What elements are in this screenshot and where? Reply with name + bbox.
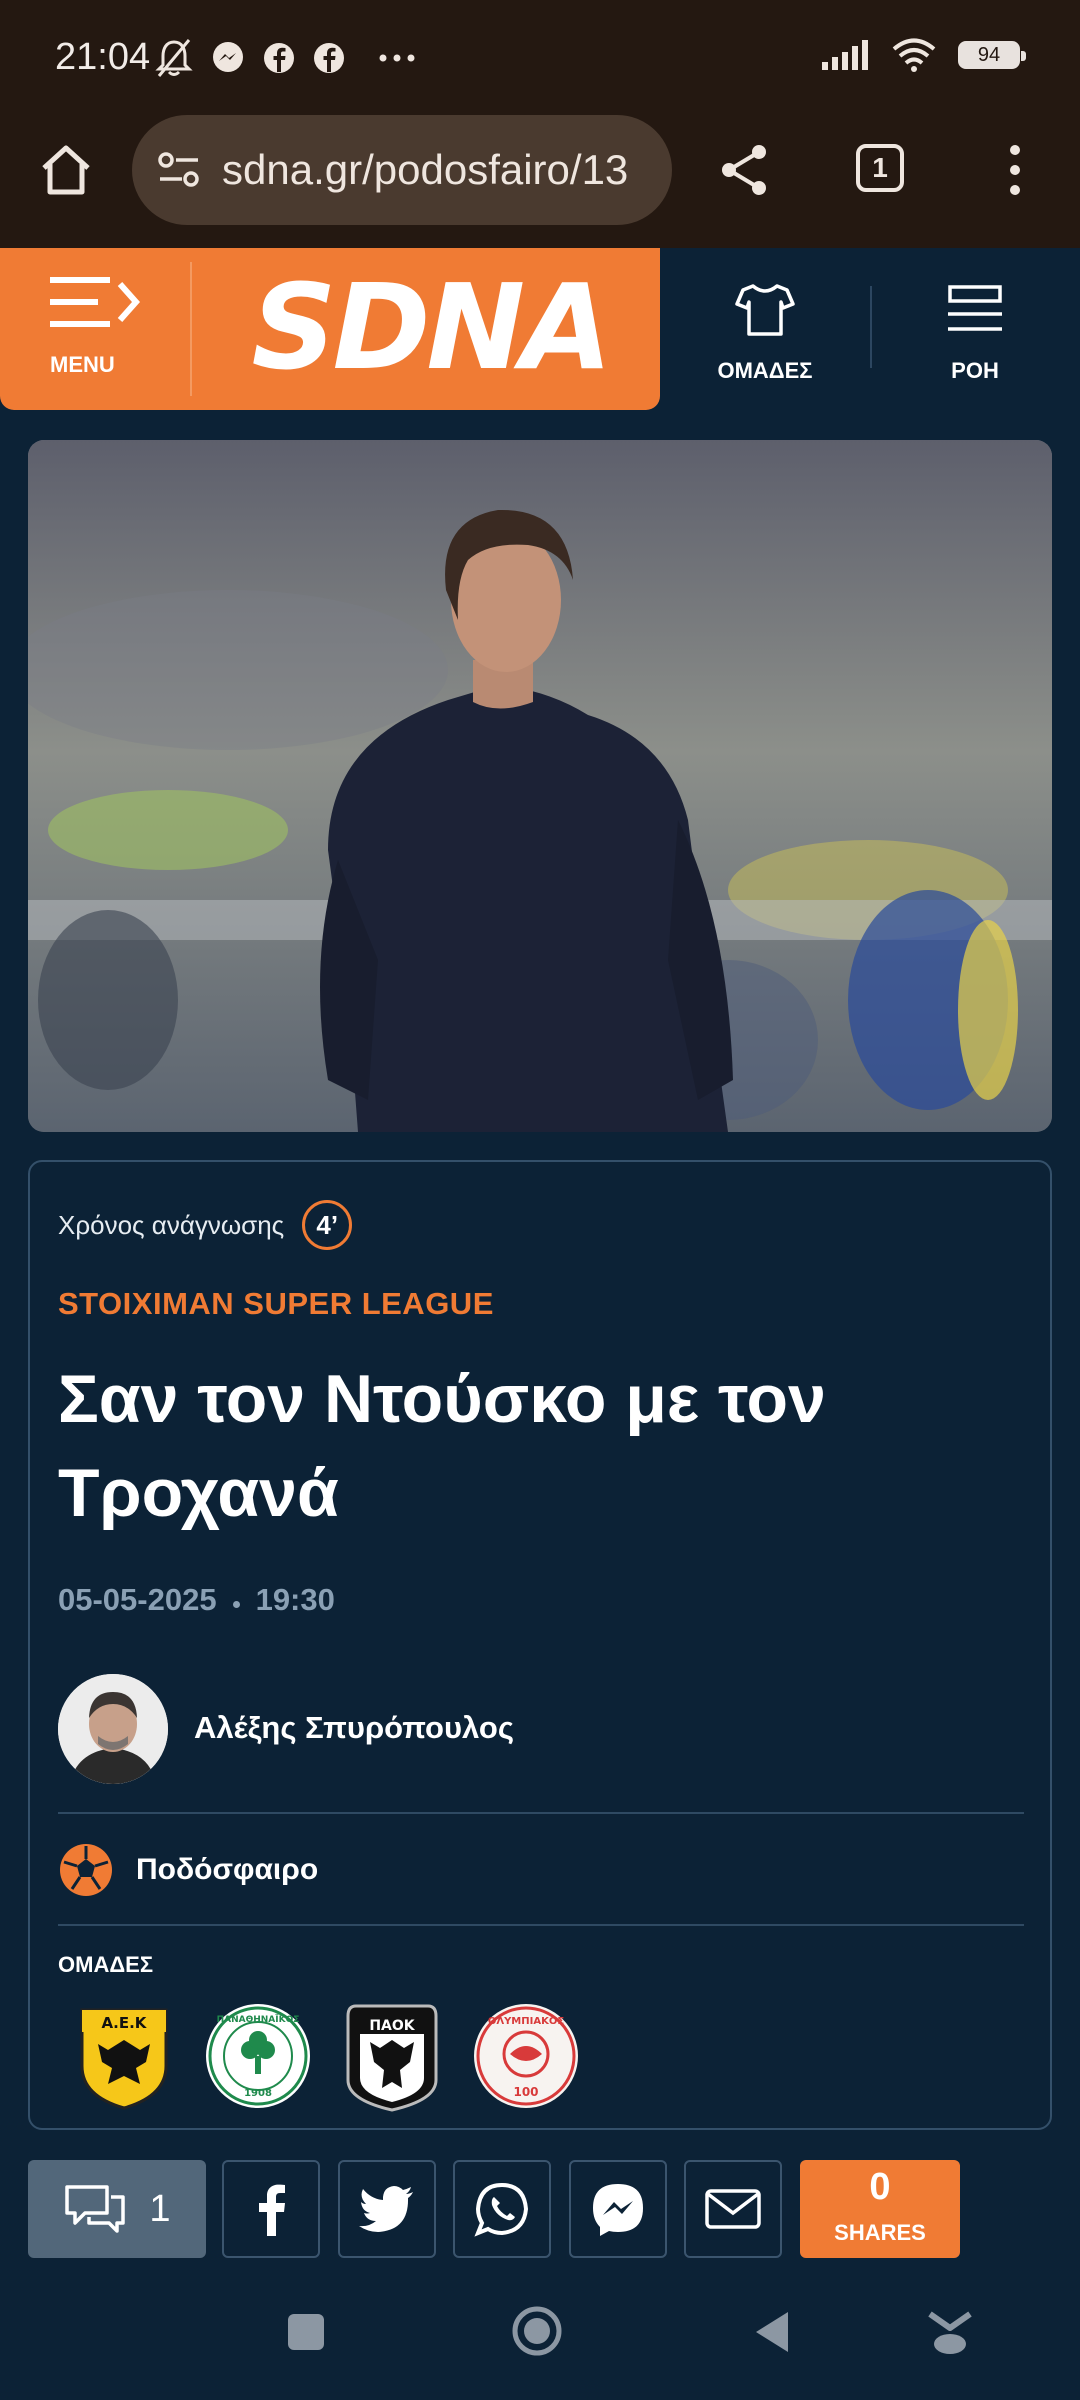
menu-icon xyxy=(50,277,141,327)
shares-count: 0 xyxy=(869,2166,891,2208)
back-button[interactable] xyxy=(752,2310,792,2354)
facebook-icon xyxy=(264,43,294,73)
logo-text: SDNA xyxy=(251,270,608,390)
reading-time-badge: 4’ xyxy=(302,1200,353,1250)
teams-button[interactable]: ΟΜΑΔΕΣ xyxy=(700,272,830,392)
teams-section-title: ΟΜΑΔΕΣ xyxy=(58,1952,154,1977)
jersey-icon xyxy=(735,284,795,336)
reading-time-label: Χρόνος ανάγνωσης xyxy=(58,1209,285,1240)
whatsapp-icon xyxy=(474,2182,529,2237)
header-divider xyxy=(190,262,192,396)
more-menu-icon[interactable] xyxy=(1000,140,1030,200)
feed-icon xyxy=(948,285,1002,331)
messenger-icon xyxy=(213,42,243,72)
battery-level: 94 xyxy=(977,43,1001,66)
shares-counter: 0 SHARES xyxy=(800,2160,960,2258)
header-divider-2 xyxy=(870,286,872,368)
messenger-icon xyxy=(593,2184,643,2236)
reading-time: Χρόνος ανάγνωσης 4’ xyxy=(58,1200,353,1250)
article-time: 19:30 xyxy=(255,1582,335,1617)
paok-logo-text: ΠΑΟΚ xyxy=(369,2018,415,2034)
hero-illustration xyxy=(28,440,1052,1132)
aek-logo-text: Α.Ε.Κ xyxy=(102,2014,148,2032)
article-hero-image[interactable] xyxy=(28,440,1052,1132)
messenger-share-button[interactable] xyxy=(569,2160,667,2258)
comments-icon xyxy=(65,2185,126,2233)
menu-button[interactable]: MENU xyxy=(0,248,170,410)
olympiacos-logo-text: ΟΛΥΜΠΙΑΚΟΣ xyxy=(488,2016,565,2027)
article-card: Χρόνος ανάγνωσης 4’ STOIXIMAN SUPER LEAG… xyxy=(28,1160,1052,2130)
share-icon[interactable] xyxy=(715,140,775,200)
avatar-image xyxy=(58,1674,168,1784)
author-name[interactable]: Αλέξης Σπυρόπουλος xyxy=(194,1710,514,1746)
olympiacos-logo[interactable]: ΟΛΥΜΠΙΑΚΟΣ 100 xyxy=(470,2000,582,2112)
teams-label: ΟΜΑΔΕΣ xyxy=(717,358,813,383)
download-menu-icon[interactable] xyxy=(926,2306,974,2358)
facebook-icon xyxy=(259,2184,285,2236)
twitter-share-button[interactable] xyxy=(338,2160,436,2258)
recents-button[interactable] xyxy=(288,2314,324,2350)
wifi-icon xyxy=(892,38,936,72)
system-navigation-bar xyxy=(0,2280,1080,2400)
site-settings-icon[interactable] xyxy=(154,145,204,195)
topic-label: Ποδόσφαιρο xyxy=(136,1853,319,1886)
email-share-button[interactable] xyxy=(684,2160,782,2258)
article-headline: Σαν τον Ντούσκο με τον Τροχανά xyxy=(58,1361,826,1531)
article-datetime: 05-05-2025 19:30 xyxy=(58,1582,335,1618)
team-logos: Α.Ε.Κ ΠΑΝΑΘΗΝΑΪΚΟΣ 1908 ΠΑΟΚ ΟΛΥΜΠΙΑΚΟΣ … xyxy=(68,2000,582,2112)
sdna-logo[interactable]: SDNA xyxy=(250,270,610,390)
tab-count: 1 xyxy=(872,152,888,183)
bell-off-icon xyxy=(155,39,193,77)
football-icon xyxy=(60,1844,112,1896)
site-header: MENU SDNA ΟΜΑΔΕΣ ΡΟΗ xyxy=(0,248,1080,413)
article-date: 05-05-2025 xyxy=(58,1582,217,1617)
url-text[interactable]: sdna.gr/podosfairo/13 xyxy=(222,146,662,194)
email-icon xyxy=(705,2189,761,2229)
signal-icon xyxy=(822,40,868,70)
feed-label: ΡΟΗ xyxy=(951,358,999,383)
home-nav-button[interactable] xyxy=(511,2305,563,2357)
article-category[interactable]: STOIXIMAN SUPER LEAGUE xyxy=(58,1286,494,1322)
author-avatar[interactable] xyxy=(58,1674,168,1784)
aek-logo[interactable]: Α.Ε.Κ xyxy=(68,2000,180,2112)
divider xyxy=(58,1924,1024,1926)
comments-count: 1 xyxy=(149,2187,171,2230)
svg-text:100: 100 xyxy=(513,2085,538,2099)
status-time: 21:04 xyxy=(55,36,151,78)
address-bar[interactable]: sdna.gr/podosfairo/13 xyxy=(132,115,672,225)
twitter-icon xyxy=(359,2186,413,2232)
tab-switcher-button[interactable]: 1 xyxy=(856,144,904,192)
battery-icon: 94 xyxy=(958,41,1026,69)
paok-logo[interactable]: ΠΑΟΚ xyxy=(336,2000,448,2112)
comments-button[interactable]: 1 xyxy=(28,2160,206,2258)
home-icon[interactable] xyxy=(36,140,96,200)
share-bar: 1 0 SHARES xyxy=(28,2160,1052,2258)
shares-label: SHARES xyxy=(834,2220,926,2245)
divider xyxy=(58,1812,1024,1814)
panathinaikos-logo-text: ΠΑΝΑΘΗΝΑΪΚΟΣ xyxy=(217,2014,300,2025)
svg-text:1908: 1908 xyxy=(244,2088,272,2099)
browser-toolbar: sdna.gr/podosfairo/13 1 xyxy=(0,110,1080,248)
header-brand-block: MENU SDNA xyxy=(0,248,660,410)
menu-label: MENU xyxy=(50,352,115,377)
status-bar: 21:04 94 xyxy=(0,0,1080,110)
panathinaikos-logo[interactable]: ΠΑΝΑΘΗΝΑΪΚΟΣ 1908 xyxy=(202,2000,314,2112)
more-dots-icon xyxy=(379,54,415,62)
facebook-share-button[interactable] xyxy=(222,2160,320,2258)
whatsapp-share-button[interactable] xyxy=(453,2160,551,2258)
feed-button[interactable]: ΡΟΗ xyxy=(915,272,1035,392)
datetime-separator xyxy=(232,1600,240,1608)
facebook-icon xyxy=(314,43,344,73)
topic-tag[interactable]: Ποδόσφαιρο xyxy=(58,1842,318,1898)
